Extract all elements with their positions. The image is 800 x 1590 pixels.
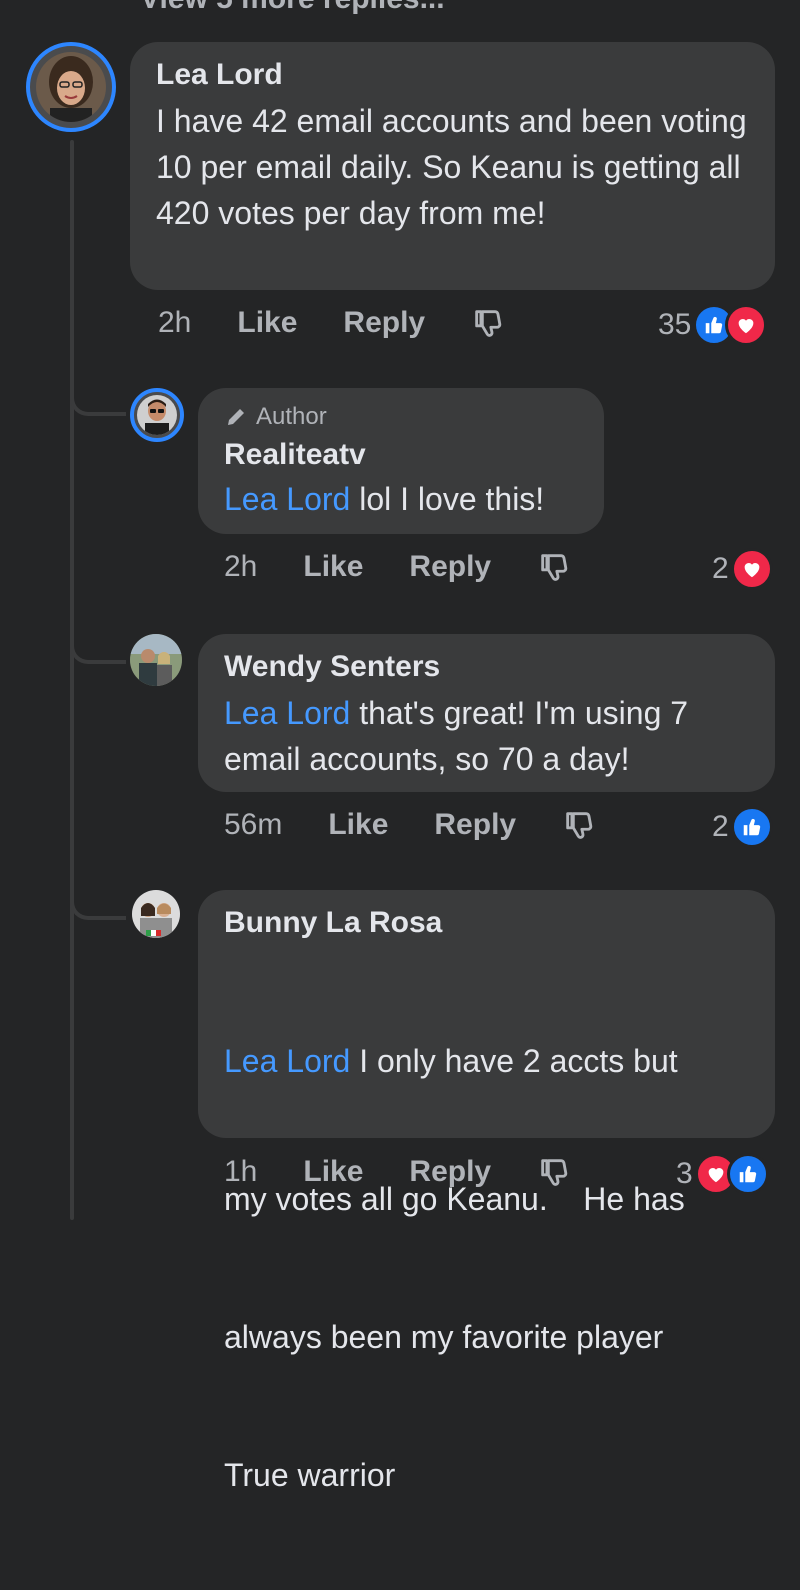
- reaction-count: 35: [658, 308, 692, 341]
- dislike-icon[interactable]: [471, 306, 505, 340]
- avatar[interactable]: [130, 634, 182, 686]
- reaction-summary[interactable]: 2: [712, 806, 773, 848]
- reply-button[interactable]: Reply: [409, 1155, 491, 1189]
- reaction-count: 3: [676, 1157, 693, 1190]
- timestamp[interactable]: 56m: [224, 808, 282, 842]
- avatar[interactable]: [132, 890, 180, 938]
- love-icon: [730, 548, 773, 590]
- reply-button[interactable]: Reply: [409, 550, 491, 584]
- mention-link[interactable]: Lea Lord: [224, 481, 350, 517]
- comment-author-name[interactable]: Lea Lord: [156, 56, 749, 94]
- mention-link[interactable]: Lea Lord: [224, 695, 350, 731]
- timestamp[interactable]: 1h: [224, 1155, 257, 1189]
- thread-branch: [70, 626, 126, 664]
- comment-text: Lea Lord lol I love this!: [224, 476, 578, 522]
- comment-text: I have 42 email accounts and been voting…: [156, 103, 747, 231]
- dislike-icon[interactable]: [537, 550, 571, 584]
- thread-branch: [70, 882, 126, 920]
- reaction-count: 2: [712, 552, 729, 585]
- love-icon: [725, 304, 768, 346]
- comment-author-name[interactable]: Realiteatv: [224, 436, 578, 474]
- comment-bubble: Bunny La Rosa Lea Lord I only have 2 acc…: [198, 890, 775, 1493]
- profile-photo: [36, 52, 106, 122]
- comment-actions: 2h Like Reply: [224, 550, 571, 584]
- profile-photo: [130, 634, 182, 686]
- like-button[interactable]: Like: [328, 808, 388, 842]
- view-more-replies-link[interactable]: View 5 more replies...: [140, 0, 445, 16]
- comment-body: lol I love this!: [359, 481, 545, 517]
- like-button[interactable]: Like: [303, 550, 363, 584]
- comment-text: Lea Lord that's great! I'm using 7 email…: [224, 690, 749, 782]
- comment-line: I only have 2 accts but: [359, 1043, 678, 1079]
- avatar[interactable]: [130, 388, 184, 442]
- reaction-summary[interactable]: 35: [658, 304, 768, 346]
- reply-button[interactable]: Reply: [343, 306, 425, 340]
- reaction-count: 2: [712, 810, 729, 843]
- comment-text: Lea Lord I only have 2 accts but my vote…: [224, 946, 749, 1590]
- comment-author-name[interactable]: Bunny La Rosa: [224, 904, 749, 942]
- profile-photo: [137, 395, 177, 435]
- timestamp[interactable]: 2h: [158, 306, 191, 340]
- comment-bubble: Wendy Senters Lea Lord that's great! I'm…: [198, 634, 775, 792]
- comment-line: always been my favorite player: [224, 1319, 664, 1355]
- mention-link[interactable]: Lea Lord: [224, 1043, 350, 1079]
- thread-line: [70, 140, 74, 1220]
- reaction-summary[interactable]: 2: [712, 548, 773, 590]
- dislike-icon[interactable]: [562, 808, 596, 842]
- comment-actions: 1h Like Reply: [224, 1155, 571, 1189]
- like-icon: [726, 1153, 769, 1195]
- pencil-icon: [228, 409, 244, 425]
- comment-bubble: Author Realiteatv Lea Lord lol I love th…: [198, 388, 604, 534]
- comment-bubble: Lea Lord I have 42 email accounts and be…: [130, 42, 775, 290]
- like-icon: [730, 806, 773, 848]
- author-badge-label: Author: [256, 403, 327, 430]
- timestamp[interactable]: 2h: [224, 550, 257, 584]
- comment-author-name[interactable]: Wendy Senters: [224, 648, 749, 686]
- comment-actions: 2h Like Reply: [158, 306, 505, 340]
- reaction-summary[interactable]: 3: [676, 1153, 769, 1195]
- like-button[interactable]: Like: [303, 1155, 363, 1189]
- comment-actions: 56m Like Reply: [224, 808, 596, 842]
- comment-line: True warrior: [224, 1457, 396, 1493]
- avatar[interactable]: [26, 42, 116, 132]
- author-badge: Author: [224, 402, 578, 432]
- dislike-icon[interactable]: [537, 1155, 571, 1189]
- like-button[interactable]: Like: [237, 306, 297, 340]
- thread-branch: [70, 378, 126, 416]
- profile-photo: [132, 890, 180, 938]
- reply-button[interactable]: Reply: [434, 808, 516, 842]
